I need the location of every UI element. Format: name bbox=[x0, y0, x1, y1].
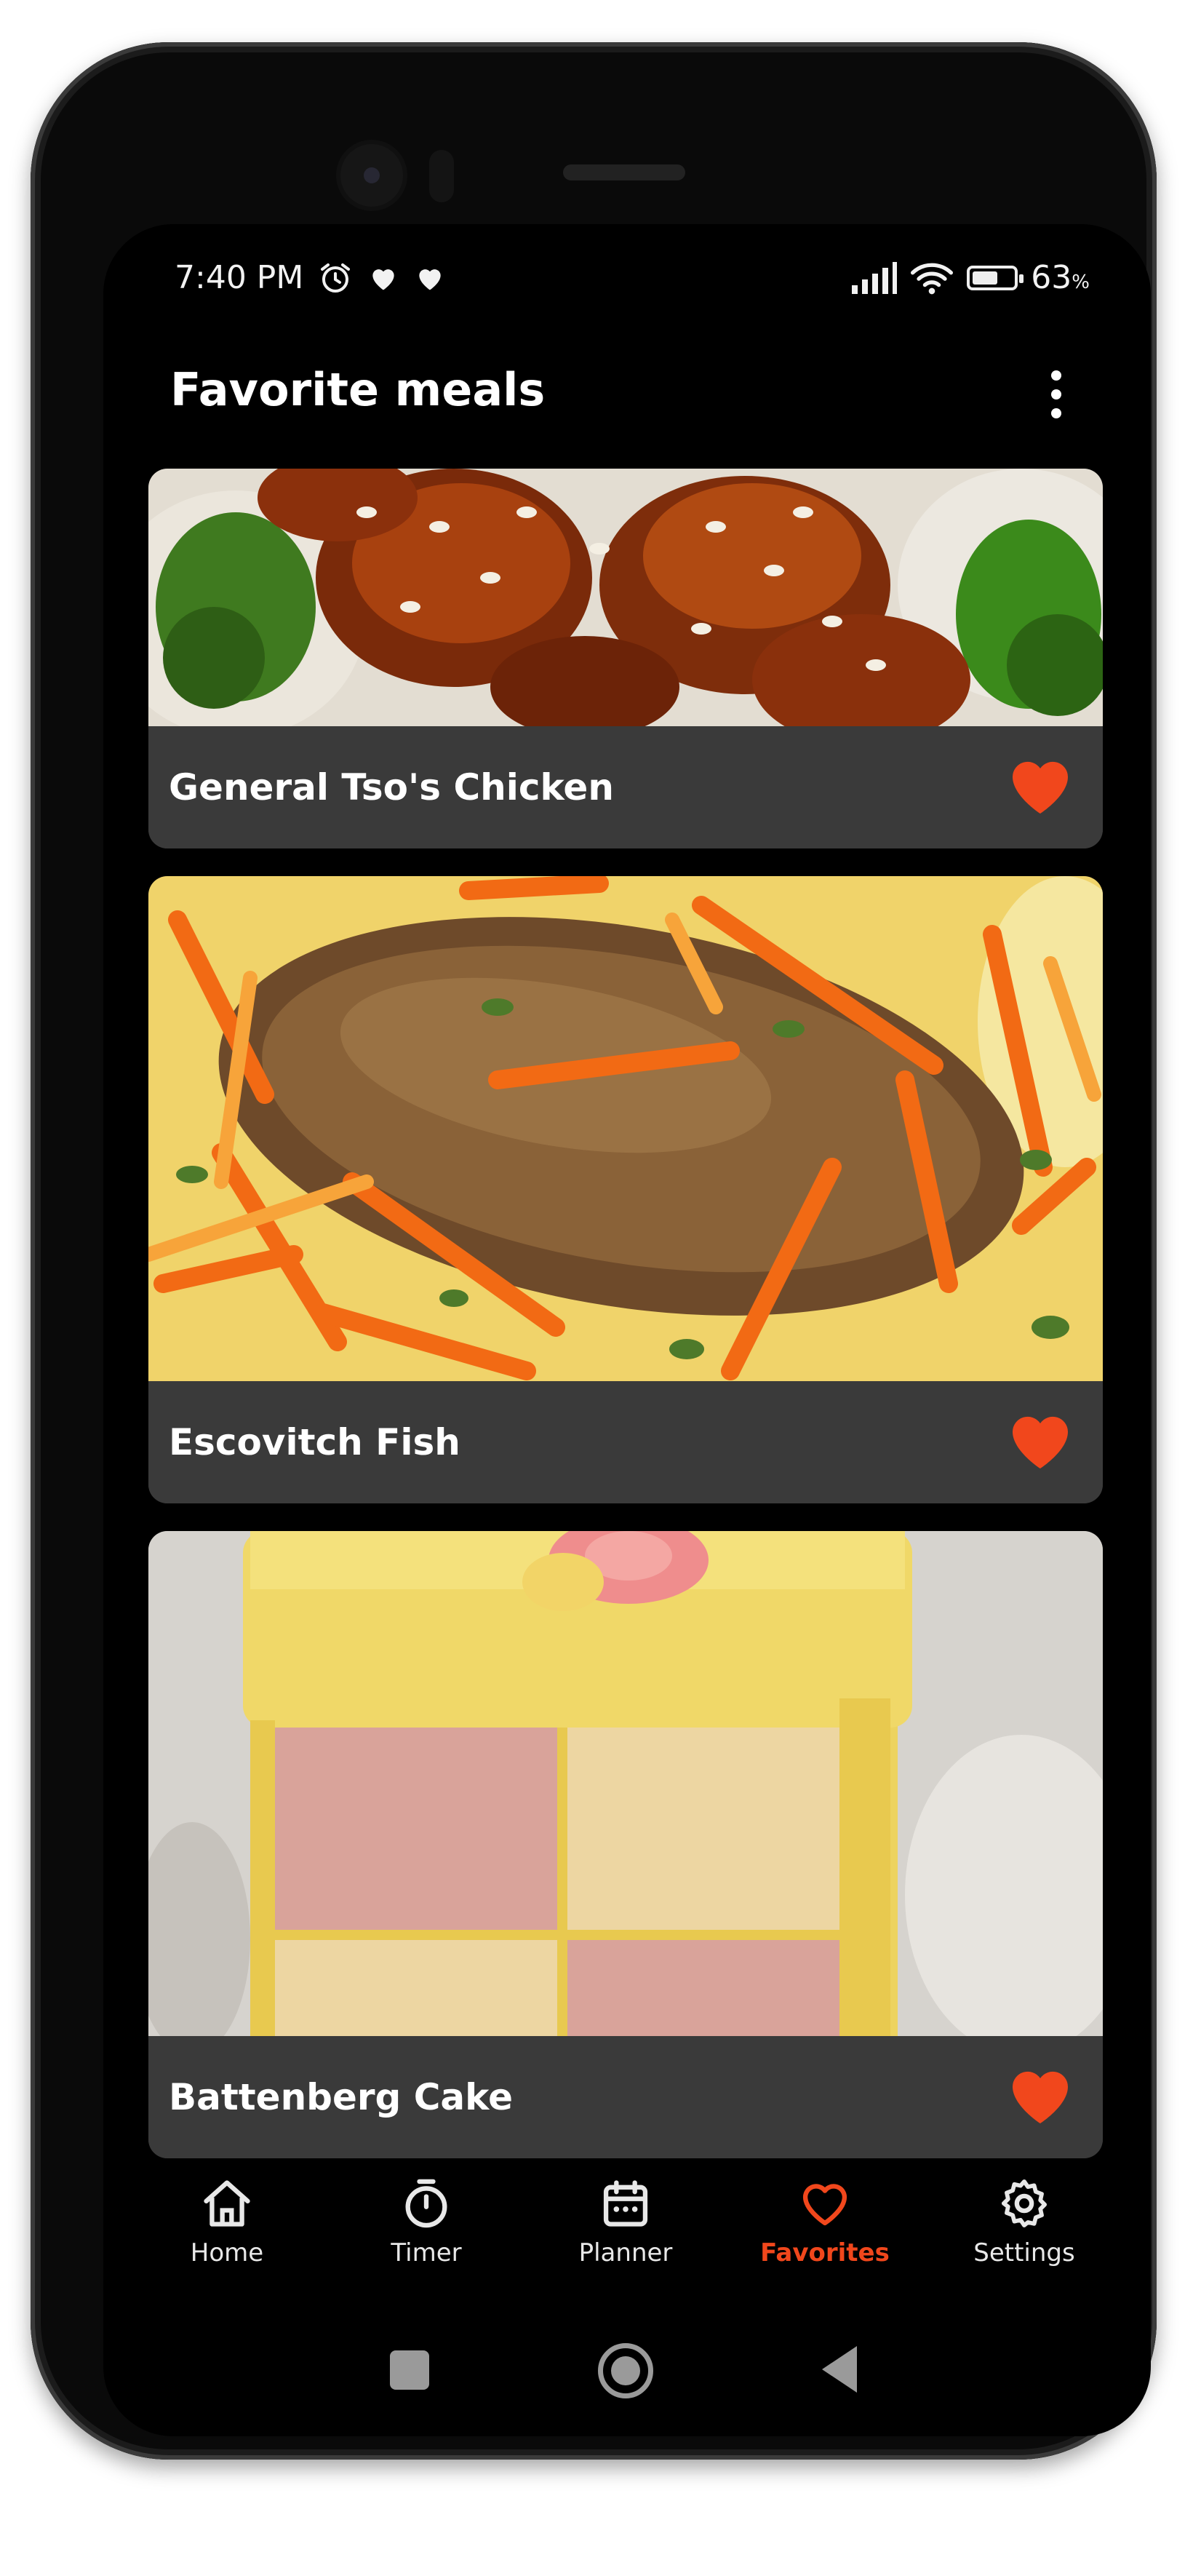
back-triangle-icon[interactable] bbox=[822, 2346, 857, 2393]
front-camera bbox=[340, 144, 403, 207]
nav-label: Timer bbox=[391, 2238, 462, 2267]
nav-item-home[interactable]: Home bbox=[140, 2166, 314, 2311]
battery-icon bbox=[967, 265, 1024, 290]
home-icon bbox=[204, 2180, 250, 2227]
more-vert-icon[interactable] bbox=[1048, 370, 1065, 424]
nav-label: Planner bbox=[578, 2238, 673, 2267]
nav-label: Favorites bbox=[760, 2238, 890, 2267]
nav-item-settings[interactable]: Settings bbox=[937, 2166, 1112, 2311]
status-bar: 7:40 PM 63% bbox=[103, 224, 1151, 319]
favorite-heart-icon[interactable] bbox=[1004, 1406, 1077, 1476]
gear-icon bbox=[1001, 2179, 1048, 2227]
home-circle-icon[interactable] bbox=[598, 2343, 653, 2398]
meal-card-footer: Escovitch Fish bbox=[148, 1381, 1103, 1503]
meal-image-general-tsos-chicken bbox=[148, 469, 1103, 728]
meal-card[interactable]: Escovitch Fish bbox=[148, 876, 1103, 1503]
heart-notification-icon bbox=[419, 269, 441, 290]
meal-card[interactable]: Battenberg Cake bbox=[148, 1531, 1103, 2158]
signal-icon bbox=[852, 261, 898, 294]
meal-card[interactable]: General Tso's Chicken bbox=[148, 469, 1103, 848]
status-right: 63% bbox=[850, 259, 1090, 296]
phone-frame: 7:40 PM 63% Favorite meals General Tso's… bbox=[31, 42, 1157, 2460]
app-screen: 7:40 PM 63% Favorite meals General Tso's… bbox=[103, 224, 1151, 2436]
nav-item-planner[interactable]: Planner bbox=[538, 2166, 713, 2311]
nav-label: Home bbox=[190, 2238, 264, 2267]
favorite-heart-icon[interactable] bbox=[1004, 2061, 1077, 2131]
meal-title: Battenberg Cake bbox=[169, 2076, 513, 2118]
meal-card-footer: Battenberg Cake bbox=[148, 2036, 1103, 2158]
system-navigation-bar bbox=[103, 2327, 1151, 2414]
meal-image-battenberg-cake bbox=[148, 1531, 1103, 2038]
nav-item-favorites[interactable]: Favorites bbox=[738, 2166, 912, 2311]
proximity-sensor bbox=[429, 150, 454, 202]
heart-outline-icon bbox=[802, 2184, 847, 2226]
meal-title: General Tso's Chicken bbox=[169, 766, 614, 808]
meal-card-footer: General Tso's Chicken bbox=[148, 726, 1103, 848]
bottom-navigation: Home Timer Planner Favorites Settings bbox=[103, 2166, 1151, 2311]
status-time: 7:40 PM bbox=[175, 259, 304, 296]
nav-item-timer[interactable]: Timer bbox=[339, 2166, 514, 2311]
favorite-heart-icon[interactable] bbox=[1004, 751, 1077, 821]
stopwatch-icon bbox=[405, 2179, 447, 2228]
calendar-icon bbox=[603, 2180, 648, 2227]
status-left: 7:40 PM bbox=[175, 259, 446, 296]
meal-title: Escovitch Fish bbox=[169, 1421, 460, 1463]
battery-percent: 63% bbox=[1031, 259, 1090, 296]
nav-label: Settings bbox=[973, 2238, 1075, 2267]
page-title: Favorite meals bbox=[170, 363, 546, 416]
app-bar: Favorite meals bbox=[103, 337, 1151, 439]
alarm-icon bbox=[321, 263, 351, 293]
heart-notification-icon bbox=[372, 269, 394, 290]
meal-image-escovitch-fish bbox=[148, 876, 1103, 1383]
recents-icon[interactable] bbox=[390, 2350, 429, 2390]
battery-level bbox=[973, 271, 998, 285]
wifi-icon bbox=[911, 263, 954, 294]
earpiece-speaker bbox=[563, 164, 685, 180]
